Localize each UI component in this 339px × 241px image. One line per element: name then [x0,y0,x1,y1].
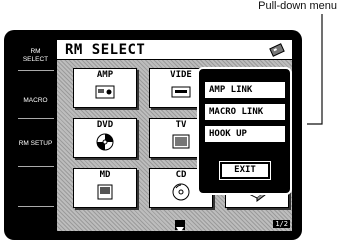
sidebar-item-macro[interactable]: MACRO [14,97,57,105]
exit-button[interactable]: EXIT [219,161,271,180]
divider [18,206,54,207]
triangle-down-icon [176,227,184,231]
divider [18,70,54,71]
disc-icon [94,132,116,156]
main-panel: RM SELECT AMP VIDE DVD TV MD CD AMP LINK… [57,40,292,231]
tile-label: MD [99,170,111,180]
title-bar: RM SELECT [57,40,292,60]
sidebar: RM SELECT MACRO RM SETUP [14,40,57,231]
tile-label: DVD [96,120,114,130]
divider [18,118,54,119]
md-icon [94,182,116,206]
page-title: RM SELECT [65,42,146,58]
sidebar-item-rm-setup[interactable]: RM SETUP [14,140,57,148]
amp-icon [94,82,116,106]
scroll-down-button[interactable] [175,220,185,231]
remote-display: RM SELECT MACRO RM SETUP RM SELECT AMP V… [4,30,302,240]
screen: RM SELECT MACRO RM SETUP RM SELECT AMP V… [14,40,292,231]
tile-md[interactable]: MD [73,168,137,208]
callout-label: Pull-down menu [258,0,337,12]
pull-down-menu: AMP LINK MACRO LINK HOOK UP EXIT [197,67,292,195]
menu-item-amp-link[interactable]: AMP LINK [204,81,286,99]
tile-dvd[interactable]: DVD [73,118,137,158]
cd-icon [170,182,192,206]
tile-label: AMP [96,70,114,80]
video-icon [170,82,192,106]
page-indicator: 1/2 [273,220,290,228]
sidebar-item-rm-select[interactable]: RM SELECT [14,48,57,64]
remote-icon[interactable] [268,42,286,62]
tile-amp[interactable]: AMP [73,68,137,108]
tv-icon [170,132,192,156]
menu-item-hook-up[interactable]: HOOK UP [204,125,286,143]
divider [18,166,54,167]
menu-item-macro-link[interactable]: MACRO LINK [204,103,286,121]
